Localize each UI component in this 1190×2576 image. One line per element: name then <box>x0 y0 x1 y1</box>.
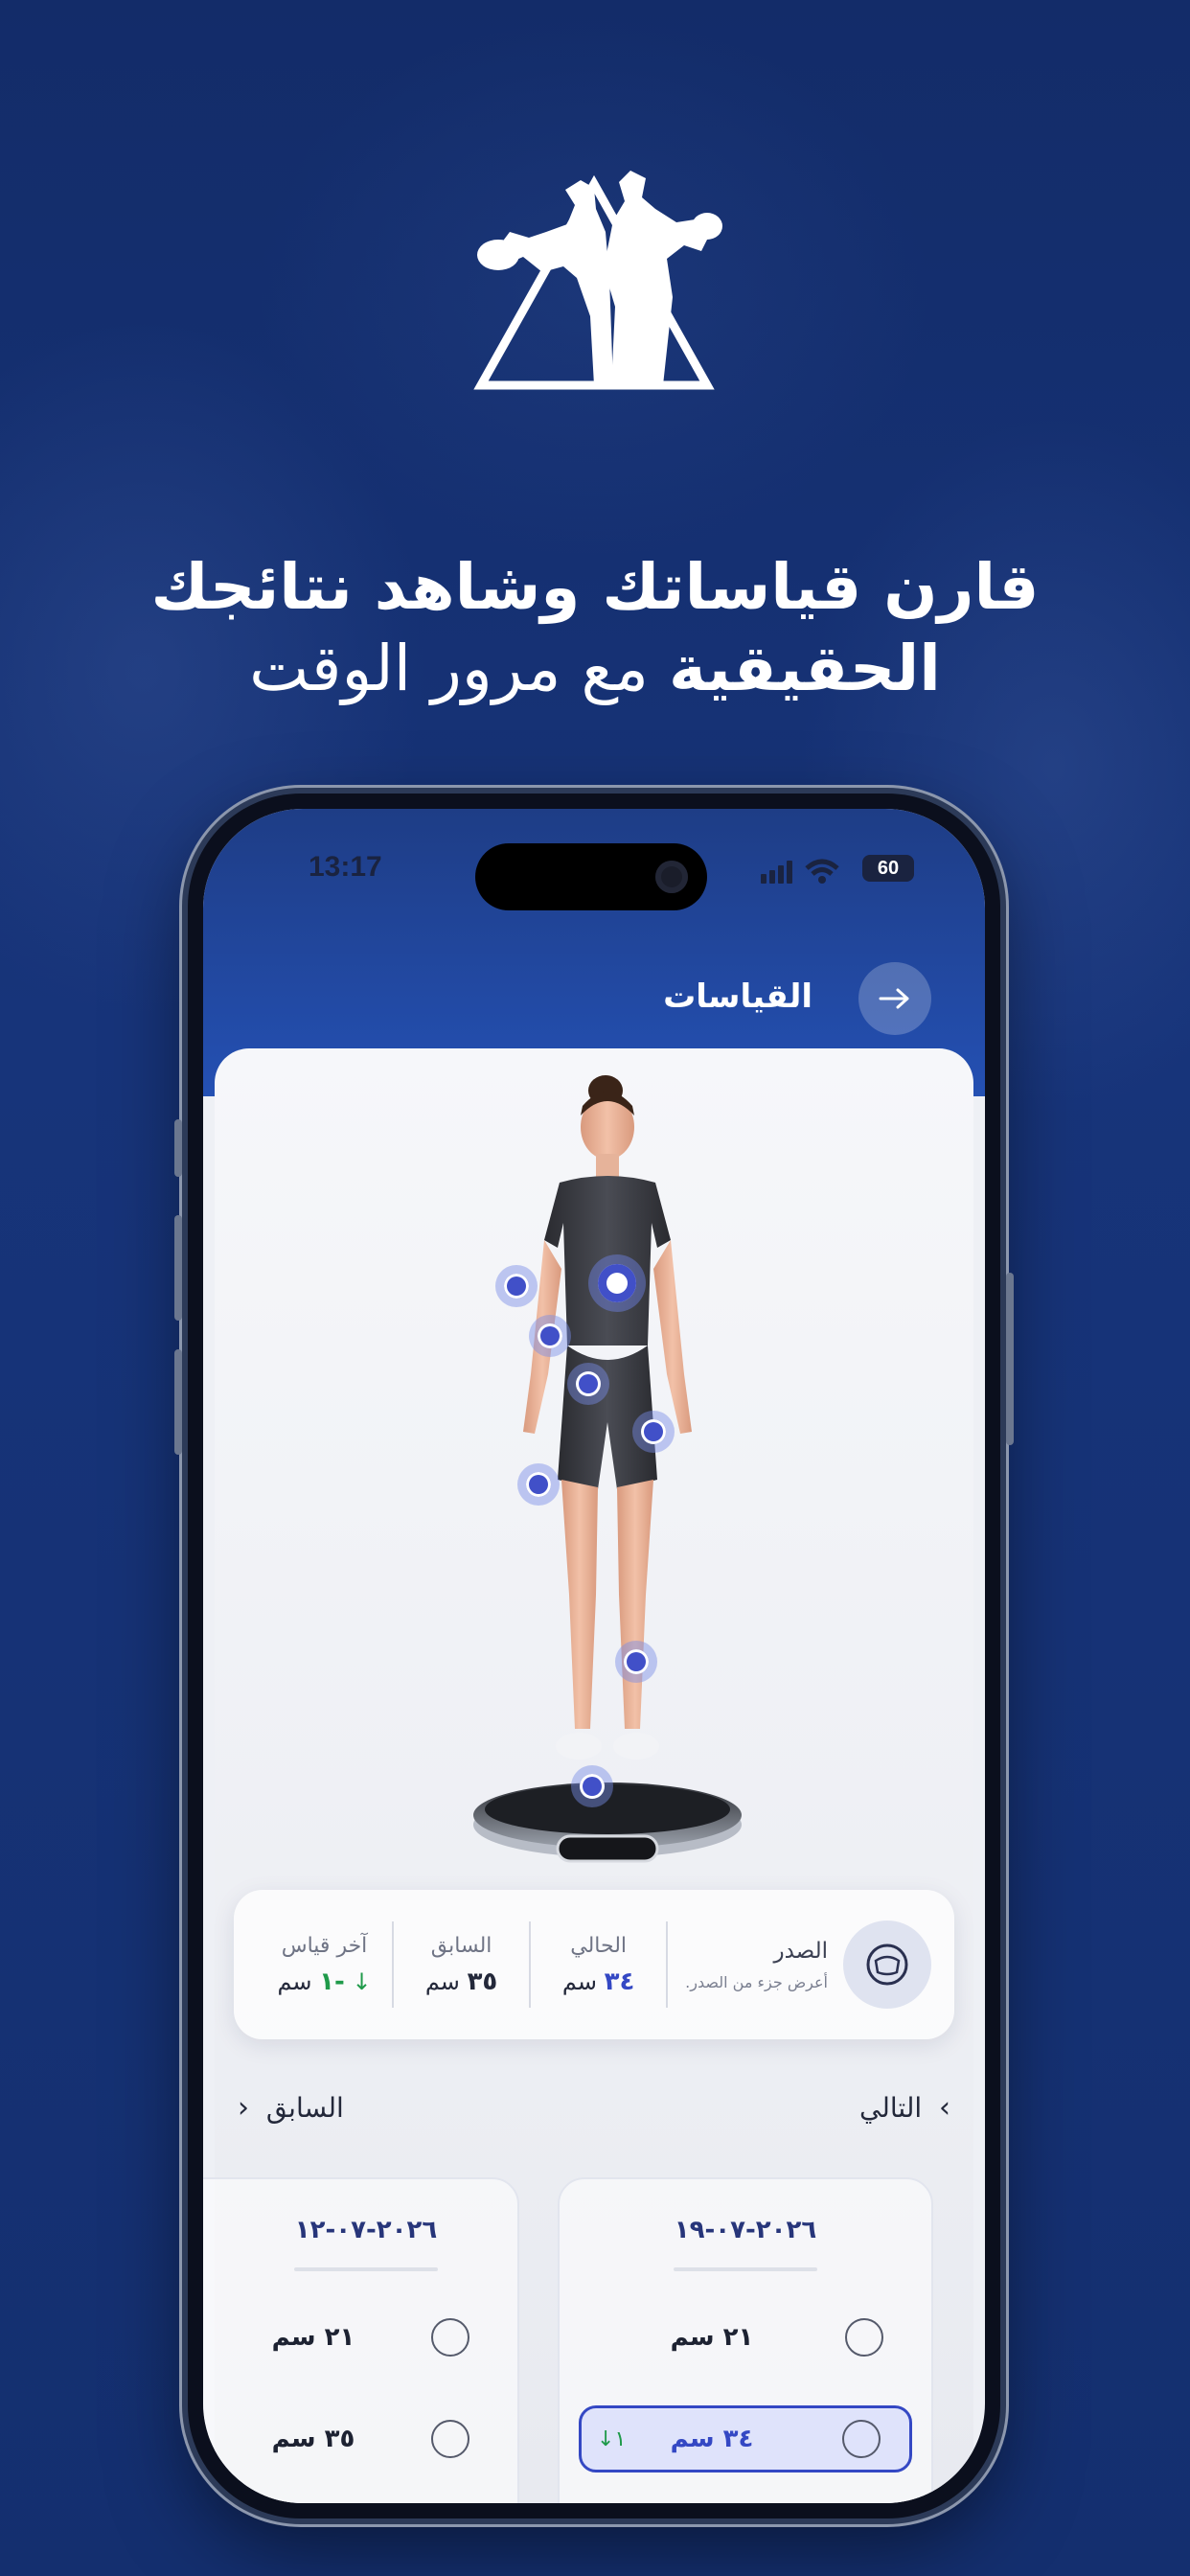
stat-current: الحالي ٣٤ سم <box>529 1921 666 2008</box>
headline-emphasis: الحقيقية <box>668 631 941 705</box>
history-row-highlighted[interactable]: ٣٤ سم ١↓ <box>579 2405 912 2472</box>
stat-current-label: الحالي <box>570 1933 628 1958</box>
chest-icon <box>431 2420 469 2458</box>
previous-number: ٣٥ <box>467 1966 498 1996</box>
volume-up-button <box>174 1215 182 1321</box>
body-model-figure <box>473 1075 742 1863</box>
current-number: ٣٤ <box>604 1966 635 1996</box>
fitness-couple-logo <box>473 171 722 390</box>
headline-rest: مع مرور الوقت <box>249 631 669 705</box>
history-column-1[interactable]: ٢٠٢٦-٠٧-١٩ ٢١ سم ٣٤ سم ١↓ <box>558 2177 933 2503</box>
measure-point-ankle[interactable] <box>571 1765 613 1807</box>
back-button[interactable] <box>858 962 931 1035</box>
status-bar: 13:17 60 <box>203 843 985 910</box>
volume-down-button <box>174 1349 182 1455</box>
camera-icon <box>655 861 688 893</box>
history-value: ٢١ سم <box>271 2323 355 2352</box>
unit-label: سم <box>424 1967 460 1995</box>
measure-point-bust[interactable] <box>529 1315 571 1357</box>
stat-previous: السابق ٣٥ سم <box>392 1921 529 2008</box>
arm-icon <box>431 2318 469 2357</box>
prev-label: السابق <box>265 2091 344 2124</box>
last-number: -١ <box>319 1966 345 1996</box>
dynamic-island <box>475 843 707 910</box>
battery-indicator: 60 <box>862 855 914 882</box>
divider <box>294 2267 438 2271</box>
headline-line-1: قارن قياساتك وشاهد نتائجك <box>150 550 1040 624</box>
history-row: ٢١ سم <box>203 2304 498 2371</box>
measure-point-thigh[interactable] <box>517 1463 560 1506</box>
history-date: ٢٠٢٦-٠٧-١٢ <box>294 2216 438 2244</box>
prev-button[interactable]: › السابق <box>238 2091 344 2125</box>
history-row: ٢١ سم <box>579 2304 912 2371</box>
measure-point-waist[interactable] <box>567 1363 609 1405</box>
stat-last-value: ↓ -١ سم <box>257 1967 392 1996</box>
body-part-hint: أعرض جزء من الصدر. <box>685 1972 828 1991</box>
chevron-right-icon: › <box>238 2090 249 2125</box>
page-title: القياسات <box>663 978 812 1016</box>
arm-icon <box>845 2318 883 2357</box>
measure-point-hip[interactable] <box>632 1411 675 1453</box>
stat-previous-label: السابق <box>430 1933 492 1958</box>
chevron-left-icon: ‹ <box>939 2090 950 2125</box>
history-value: ٣٥ سم <box>271 2425 355 2453</box>
measure-point-left-arm[interactable] <box>495 1265 538 1307</box>
next-button[interactable]: التالي ‹ <box>859 2091 950 2125</box>
phone-frame: 13:17 60 القياسات الصدر أعرض جزء من الصد… <box>174 794 1014 2518</box>
history-column-2[interactable]: ٢٠٢٦-٠٧-١٢ ٢١ سم ٣٥ سم <box>203 2177 519 2503</box>
history-value: ٢١ سم <box>670 2323 754 2352</box>
history-change: ١↓ <box>597 2426 627 2451</box>
chest-icon <box>842 2420 881 2458</box>
body-part-info: الصدر أعرض جزء من الصدر. <box>666 1920 931 2009</box>
history-row: ٣٥ سم <box>203 2405 498 2472</box>
measurement-summary: الصدر أعرض جزء من الصدر. الحالي ٣٤ سم ال… <box>234 1890 954 2039</box>
chest-icon <box>843 1920 931 2009</box>
body-part-name: الصدر <box>773 1938 828 1964</box>
signal-wifi-icon <box>761 859 839 884</box>
unit-label: سم <box>561 1967 597 1995</box>
unit-label: سم <box>277 1967 312 1995</box>
stat-last-change: آخر قياس ↓ -١ سم <box>257 1921 392 2008</box>
stat-last-label: آخر قياس <box>281 1933 368 1958</box>
headline-line-2: الحقيقية مع مرور الوقت <box>0 630 1190 709</box>
measure-point-chest[interactable] <box>588 1254 646 1312</box>
stat-previous-value: ٣٥ سم <box>394 1967 529 1996</box>
side-button <box>174 1119 182 1177</box>
history-date: ٢٠٢٦-٠٧-١٩ <box>674 2216 817 2244</box>
power-button <box>1006 1273 1014 1445</box>
stat-current-value: ٣٤ سم <box>531 1967 666 1996</box>
divider <box>674 2267 817 2271</box>
arrow-down-icon: ↓ <box>352 1967 372 1995</box>
status-time: 13:17 <box>309 851 382 883</box>
measure-point-calf[interactable] <box>615 1641 657 1683</box>
pager-row: › السابق التالي ‹ <box>238 2083 950 2131</box>
arrow-right-icon <box>879 988 909 1009</box>
next-label: التالي <box>859 2091 923 2124</box>
headline: قارن قياساتك وشاهد نتائجك الحقيقية مع مر… <box>0 551 1190 708</box>
app-screen: 13:17 60 القياسات الصدر أعرض جزء من الصد… <box>203 809 985 2503</box>
